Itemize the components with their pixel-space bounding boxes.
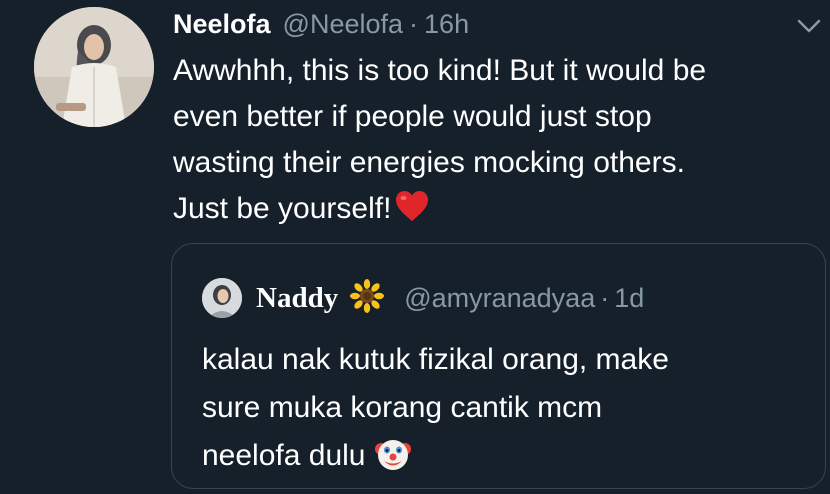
author-avatar[interactable] (34, 7, 154, 127)
tweet-text: Awwhhh, this is too kind! But it would b… (173, 48, 823, 237)
tweet-text-line: even better if people would just stop (173, 100, 652, 133)
author-name[interactable]: Neelofa (173, 9, 271, 40)
sunflower-icon (350, 278, 385, 318)
separator-dot: · (600, 282, 610, 313)
chevron-down-icon[interactable] (796, 16, 822, 36)
quoted-tweet-timestamp: 1d (614, 282, 645, 313)
quoted-text-line-last: neelofa dulu (202, 432, 812, 488)
quoted-tweet-header: Naddy @amyranadyaa · 1d (202, 274, 644, 322)
quoted-author-name: Naddy (256, 281, 339, 314)
quoted-author-avatar (202, 278, 242, 318)
author-handle[interactable]: @Neelofa (283, 9, 403, 40)
separator-dot: · (409, 8, 419, 39)
quoted-text-line: neelofa dulu (202, 439, 366, 472)
tweet-text-line-last: Just be yourself! (173, 186, 823, 237)
quoted-text-line: kalau nak kutuk fizikal orang, make (202, 343, 669, 376)
tweet-text-line: Awwhhh, this is too kind! But it would b… (173, 54, 707, 87)
tweet-header: Neelofa @Neelofa · 16h (173, 4, 469, 44)
quoted-text-line: sure muka korang cantik mcm (202, 391, 603, 424)
clown-icon (375, 437, 412, 488)
heart-icon (394, 189, 430, 237)
quoted-tweet-text: kalau nak kutuk fizikal orang, make sure… (202, 336, 812, 488)
quoted-tweet[interactable]: Naddy @amyranadyaa · 1d kalau nak kutuk … (171, 243, 826, 489)
quoted-author-handle: @amyranadyaa (404, 282, 596, 313)
tweet-text-line: wasting their energies mocking others. (173, 146, 685, 179)
tweet-timestamp[interactable]: 16h (424, 9, 469, 40)
tweet-text-line: Just be yourself! (173, 192, 392, 225)
